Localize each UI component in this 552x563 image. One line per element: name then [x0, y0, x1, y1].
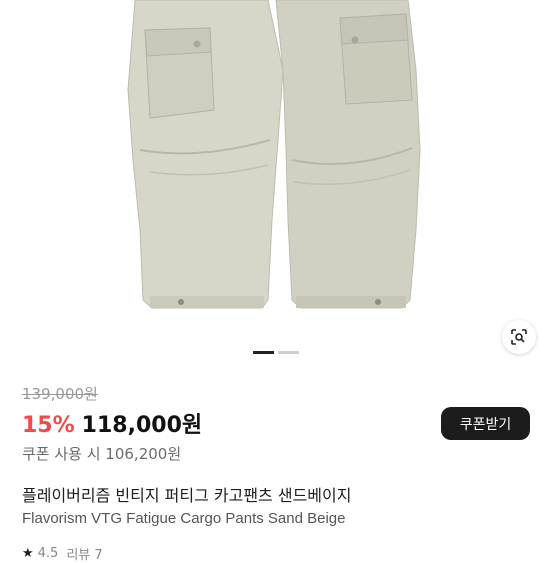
cargo-pants-illustration	[127, 0, 421, 309]
price-row: 15% 118,000원	[22, 407, 202, 439]
carousel-indicator-active[interactable]	[253, 351, 274, 354]
product-title-english: Flavorism VTG Fatigue Cargo Pants Sand B…	[22, 510, 346, 527]
product-title-korean: 플레이버리즘 빈티지 퍼티그 카고팬츠 샌드베이지	[22, 486, 352, 505]
product-image[interactable]	[0, 0, 552, 370]
coupon-price: 쿠폰 사용 시 106,200원	[22, 445, 182, 463]
carousel-indicator[interactable]	[278, 351, 299, 354]
review-count: 리뷰 7	[66, 548, 103, 563]
original-price: 139,000원	[22, 385, 98, 403]
star-icon: ★	[22, 546, 34, 561]
sale-price: 118,000원	[81, 413, 203, 438]
rating-row[interactable]: ★ 4.5 리뷰 7	[22, 544, 111, 563]
lens-search-icon	[511, 329, 527, 345]
coupon-download-button[interactable]: 쿠폰받기	[441, 407, 530, 440]
rating-value: 4.5	[37, 546, 59, 561]
discount-rate: 15%	[22, 413, 75, 438]
lens-search-button[interactable]	[502, 320, 536, 354]
